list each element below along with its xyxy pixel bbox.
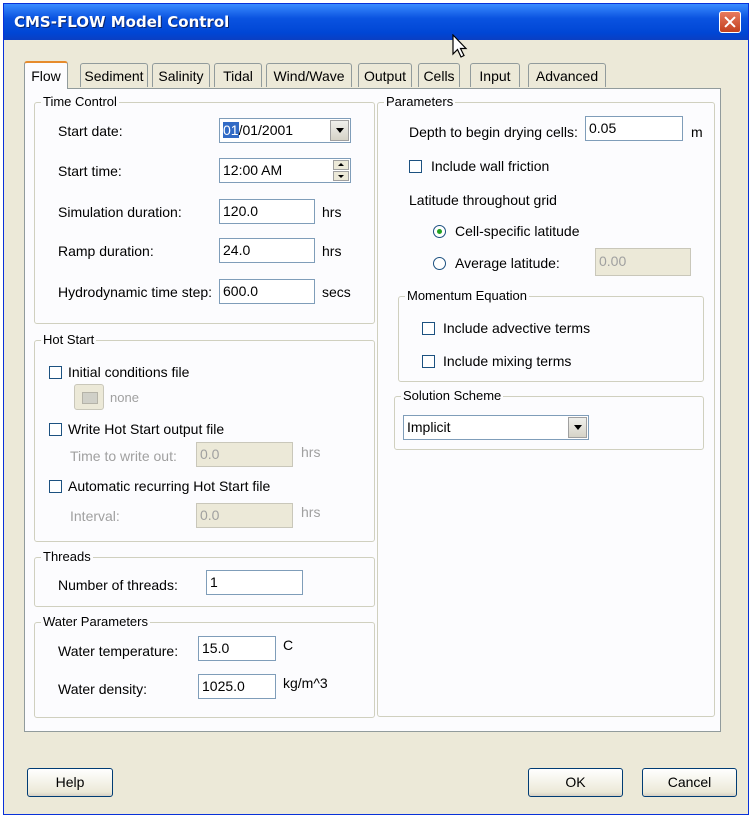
momentum-group: Momentum Equation Include advective term… — [398, 288, 704, 382]
interval-input[interactable]: 0.0 — [196, 503, 293, 528]
sim-duration-input[interactable]: 120.0 — [219, 199, 315, 224]
advective-label: Include advective terms — [443, 320, 591, 336]
parameters-group: Parameters Depth to begin drying cells: … — [377, 94, 715, 717]
parameters-legend: Parameters — [384, 94, 456, 110]
drying-depth-unit: m — [691, 124, 703, 140]
start-date-dropdown-button[interactable] — [330, 120, 349, 141]
start-date-label: Start date: — [58, 123, 123, 139]
wall-friction-label: Include wall friction — [431, 158, 550, 174]
solution-scheme-value: Implicit — [407, 419, 451, 435]
water-parameters-legend: Water Parameters — [41, 614, 150, 630]
tab-advanced[interactable]: Advanced — [528, 63, 606, 87]
drying-depth-input[interactable]: 0.05 — [585, 116, 683, 141]
water-density-label: Water density: — [58, 681, 147, 697]
water-parameters-group: Water Parameters Water temperature: 15.0… — [34, 614, 375, 718]
ramp-duration-input[interactable]: 24.0 — [219, 238, 315, 263]
mixing-checkbox[interactable] — [422, 355, 435, 368]
tab-wind-wave[interactable]: Wind/Wave — [266, 63, 352, 87]
start-date-picker[interactable]: 01/01/2001 — [219, 118, 351, 143]
ramp-duration-unit: hrs — [322, 243, 342, 259]
interval-unit: hrs — [301, 504, 321, 520]
tab-cells[interactable]: Cells — [418, 63, 460, 87]
initial-conditions-checkbox[interactable] — [49, 366, 62, 379]
close-button[interactable] — [719, 11, 741, 33]
initial-conditions-label: Initial conditions file — [68, 364, 190, 380]
tab-tidal[interactable]: Tidal — [214, 63, 262, 87]
write-hot-start-checkbox[interactable] — [49, 423, 62, 436]
ramp-duration-label: Ramp duration: — [58, 243, 154, 259]
auto-recurring-label: Automatic recurring Hot Start file — [68, 478, 271, 494]
folder-icon[interactable] — [74, 384, 104, 410]
solution-scheme-legend: Solution Scheme — [401, 388, 504, 404]
spin-down-icon[interactable] — [333, 171, 349, 181]
avg-latitude-radio[interactable] — [433, 257, 446, 270]
time-write-label: Time to write out: — [70, 448, 177, 464]
chevron-down-icon[interactable] — [568, 417, 587, 438]
start-time-input[interactable]: 12:00 AM — [219, 158, 351, 183]
tab-output[interactable]: Output — [358, 63, 412, 87]
wall-friction-checkbox[interactable] — [409, 160, 422, 173]
tab-sediment[interactable]: Sediment — [80, 63, 148, 87]
time-control-legend: Time Control — [41, 94, 119, 110]
hot-start-legend: Hot Start — [41, 332, 97, 348]
water-density-unit: kg/m^3 — [283, 675, 328, 691]
drying-depth-label: Depth to begin drying cells: — [409, 124, 578, 140]
window-title: CMS-FLOW Model Control — [14, 13, 230, 31]
mixing-label: Include mixing terms — [443, 353, 572, 369]
avg-latitude-input[interactable]: 0.00 — [595, 248, 691, 276]
start-date-rest: /01/2001 — [238, 122, 294, 138]
cancel-button[interactable]: Cancel — [642, 768, 737, 797]
num-threads-input[interactable]: 1 — [206, 570, 303, 595]
tab-flow[interactable]: Flow — [24, 61, 68, 89]
tab-input[interactable]: Input — [470, 63, 520, 87]
start-time-spinner[interactable] — [333, 160, 349, 181]
timestep-unit: secs — [322, 284, 351, 300]
timestep-label: Hydrodynamic time step: — [58, 284, 213, 300]
sim-duration-unit: hrs — [322, 204, 342, 220]
latitude-heading: Latitude throughout grid — [409, 192, 557, 208]
sim-duration-label: Simulation duration: — [58, 204, 182, 220]
ok-button[interactable]: OK — [528, 768, 623, 797]
flow-tab-panel: Time Control Start date: 01/01/2001 Star… — [24, 88, 721, 732]
cell-latitude-radio[interactable] — [433, 225, 446, 238]
water-density-input[interactable]: 1025.0 — [198, 674, 276, 699]
hot-start-group: Hot Start Initial conditions file none W… — [34, 332, 375, 542]
solution-scheme-group: Solution Scheme Implicit — [394, 388, 704, 450]
interval-label: Interval: — [70, 508, 120, 524]
file-none-label: none — [110, 390, 139, 405]
start-time-value: 12:00 AM — [223, 162, 283, 178]
tab-salinity[interactable]: Salinity — [152, 63, 210, 87]
threads-legend: Threads — [41, 549, 93, 565]
solution-scheme-select[interactable]: Implicit — [403, 415, 589, 440]
start-date-month: 01 — [223, 122, 239, 138]
time-control-group: Time Control Start date: 01/01/2001 Star… — [34, 94, 375, 324]
water-temp-unit: C — [283, 637, 294, 653]
time-write-input[interactable]: 0.0 — [196, 442, 293, 467]
momentum-legend: Momentum Equation — [405, 288, 529, 304]
spin-up-icon[interactable] — [333, 160, 349, 170]
start-time-label: Start time: — [58, 163, 122, 179]
threads-group: Threads Number of threads: 1 — [34, 549, 375, 607]
help-button[interactable]: Help — [27, 768, 113, 797]
num-threads-label: Number of threads: — [58, 577, 178, 593]
auto-recurring-checkbox[interactable] — [49, 480, 62, 493]
time-write-unit: hrs — [301, 444, 321, 460]
write-hot-start-label: Write Hot Start output file — [68, 421, 225, 437]
advective-checkbox[interactable] — [422, 322, 435, 335]
timestep-input[interactable]: 600.0 — [219, 279, 315, 304]
avg-latitude-label: Average latitude: — [455, 255, 560, 271]
mouse-cursor-icon — [452, 34, 468, 58]
water-temp-label: Water temperature: — [58, 643, 179, 659]
model-control-dialog: CMS-FLOW Model Control Flow Sediment Sal… — [3, 3, 749, 815]
water-temp-input[interactable]: 15.0 — [198, 636, 276, 661]
title-bar[interactable]: CMS-FLOW Model Control — [4, 4, 748, 40]
cell-latitude-label: Cell-specific latitude — [455, 223, 580, 239]
